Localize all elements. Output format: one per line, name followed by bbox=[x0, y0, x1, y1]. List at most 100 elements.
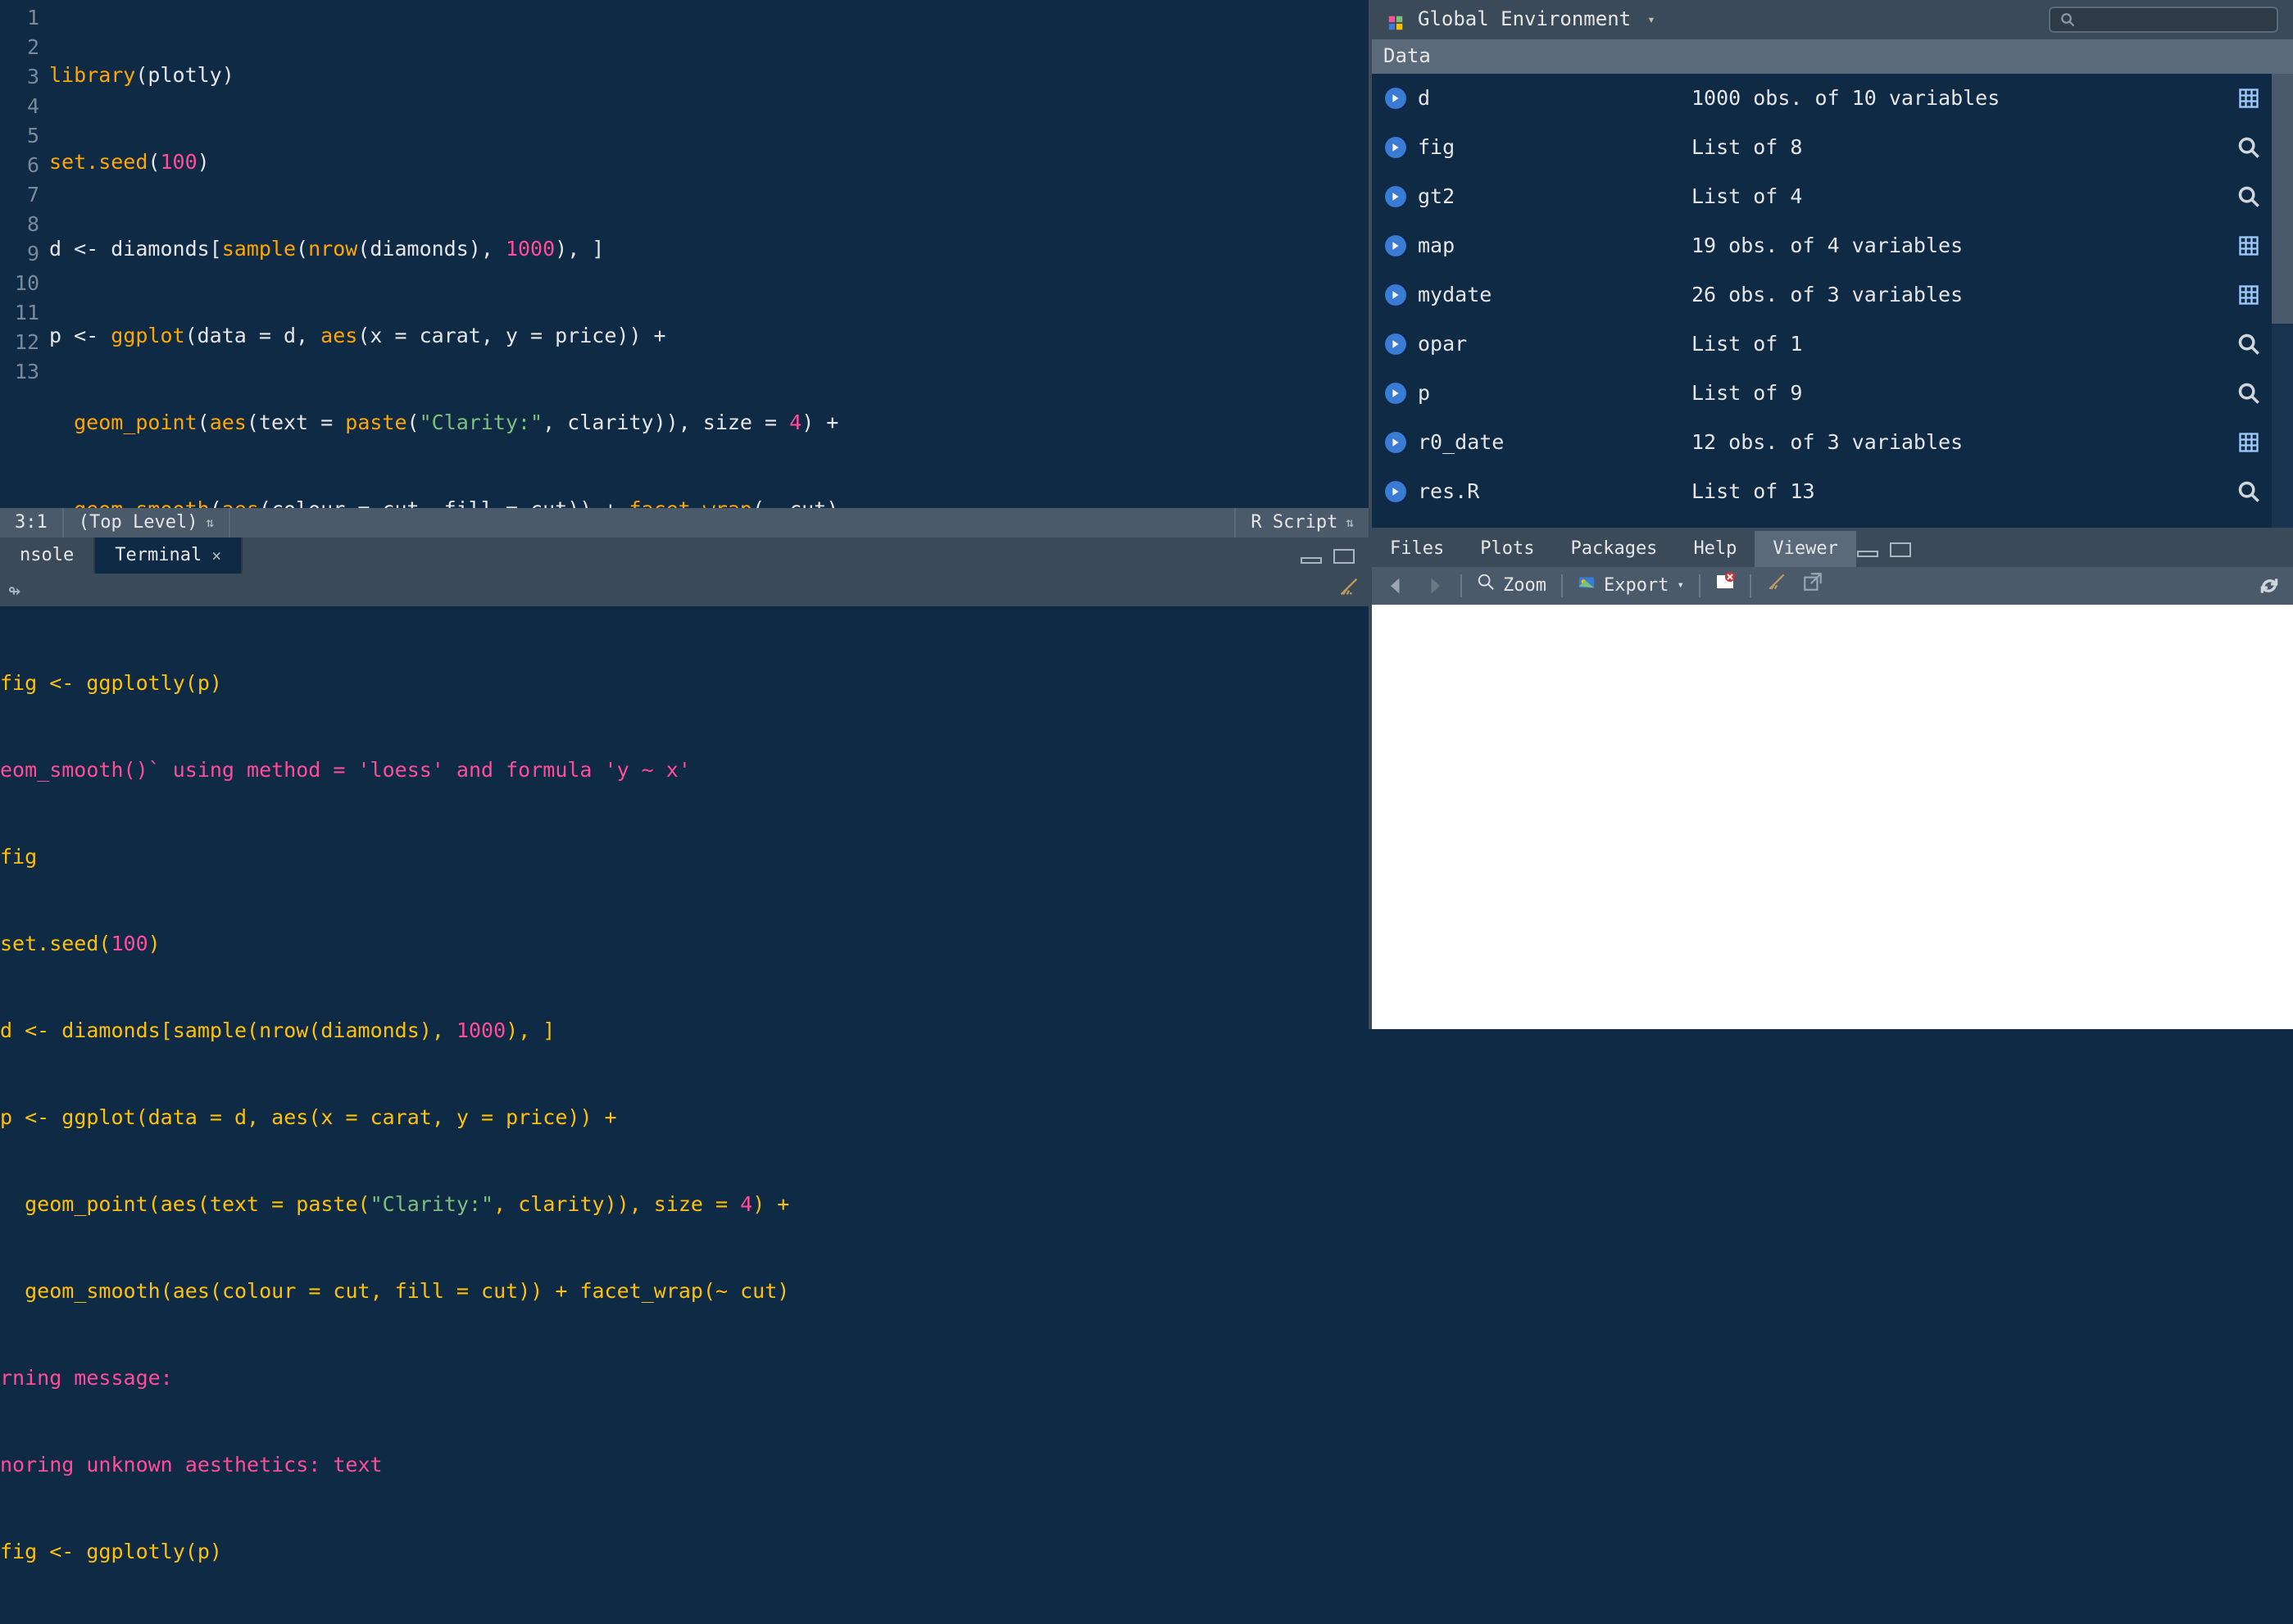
environment-row[interactable]: p List of 9 bbox=[1372, 369, 2272, 418]
minimize-pane-icon[interactable] bbox=[1856, 541, 1879, 557]
environment-var-desc: 1000 obs. of 10 variables bbox=[1691, 84, 2226, 112]
viewer-content[interactable] bbox=[1372, 605, 2293, 1029]
expand-icon[interactable] bbox=[1385, 186, 1406, 207]
tab-viewer[interactable]: Viewer bbox=[1755, 531, 1855, 567]
console-token: set.seed bbox=[0, 932, 98, 955]
code-token: (diamonds), bbox=[357, 237, 506, 261]
environment-var-name: fig bbox=[1418, 133, 1680, 161]
chevron-updown-icon: ⇅ bbox=[1346, 514, 1354, 532]
zoom-button[interactable]: Zoom bbox=[1477, 573, 1546, 599]
maximize-pane-icon[interactable] bbox=[1333, 547, 1355, 564]
clear-console-icon[interactable] bbox=[1337, 575, 1360, 606]
console-token: d <- diamonds[ bbox=[0, 1018, 173, 1042]
inspect-icon[interactable] bbox=[2237, 136, 2260, 159]
tab-console[interactable]: nsole bbox=[0, 538, 95, 574]
environment-var-desc: List of 9 bbox=[1691, 379, 2226, 407]
code-token: ( bbox=[148, 150, 160, 174]
inspect-icon[interactable] bbox=[2237, 185, 2260, 208]
code-token: , clarity)), size = bbox=[543, 411, 789, 434]
console-token: ), ] bbox=[506, 1018, 555, 1042]
console-token: ( bbox=[247, 1018, 259, 1042]
spreadsheet-icon[interactable] bbox=[2237, 234, 2260, 257]
expand-icon[interactable] bbox=[1385, 432, 1406, 453]
console-token: geom_smooth bbox=[25, 1279, 161, 1303]
expand-icon[interactable] bbox=[1385, 333, 1406, 355]
close-icon[interactable]: × bbox=[211, 544, 221, 567]
inspect-icon[interactable] bbox=[2237, 480, 2260, 503]
environment-row[interactable]: mydate26 obs. of 3 variables bbox=[1372, 270, 2272, 320]
console-token: ) + bbox=[752, 1192, 789, 1216]
tab-files[interactable]: Files bbox=[1372, 531, 1462, 567]
expand-icon[interactable] bbox=[1385, 383, 1406, 404]
environment-var-name: mydate bbox=[1418, 280, 1680, 309]
editor-statusbar: 3:1 (Top Level)⇅ R Script⇅ bbox=[0, 508, 1369, 538]
maximize-pane-icon[interactable] bbox=[1889, 541, 1912, 557]
tab-help[interactable]: Help bbox=[1675, 531, 1755, 567]
editor-code[interactable]: library(plotly) set.seed(100) d <- diamo… bbox=[49, 0, 1369, 508]
expand-icon[interactable] bbox=[1385, 88, 1406, 109]
gutter-line: 4 bbox=[3, 92, 39, 121]
spreadsheet-icon[interactable] bbox=[2237, 431, 2260, 454]
code-token: p <- bbox=[49, 324, 111, 347]
refresh-icon[interactable] bbox=[2259, 575, 2280, 597]
console-output[interactable]: fig <- ggplotly(p) eom_smooth()` using m… bbox=[0, 606, 1369, 1624]
environment-scrollbar[interactable] bbox=[2272, 74, 2293, 528]
environment-search-input[interactable] bbox=[2083, 11, 2293, 29]
environment-row[interactable]: oparList of 1 bbox=[1372, 320, 2272, 369]
expand-icon[interactable] bbox=[1385, 481, 1406, 502]
spreadsheet-icon[interactable] bbox=[2237, 284, 2260, 306]
tab-terminal[interactable]: Terminal × bbox=[95, 538, 243, 574]
environment-row[interactable]: gt2List of 4 bbox=[1372, 172, 2272, 221]
tab-plots[interactable]: Plots bbox=[1462, 531, 1552, 567]
editor-pane: 12345678910111213 library(plotly) set.se… bbox=[0, 0, 1369, 538]
environment-row[interactable]: res.RList of 13 bbox=[1372, 467, 2272, 516]
status-scope[interactable]: (Top Level)⇅ bbox=[64, 508, 230, 538]
inspect-icon[interactable] bbox=[2237, 333, 2260, 356]
environment-row[interactable]: d1000 obs. of 10 variables bbox=[1372, 74, 2272, 123]
remove-viewer-icon[interactable] bbox=[1715, 572, 1735, 600]
expand-icon[interactable] bbox=[1385, 235, 1406, 256]
environment-row[interactable]: figList of 8 bbox=[1372, 123, 2272, 172]
environment-var-name: map bbox=[1418, 231, 1680, 260]
environment-row[interactable]: map19 obs. of 4 variables bbox=[1372, 221, 2272, 270]
code-token: ) bbox=[198, 150, 210, 174]
back-icon[interactable] bbox=[1385, 574, 1408, 597]
code-token: "Clarity:" bbox=[420, 411, 543, 434]
code-token: ( bbox=[296, 237, 308, 261]
gutter-line: 8 bbox=[3, 210, 39, 239]
popout-viewer-icon[interactable] bbox=[1802, 571, 1823, 601]
environment-var-name: p bbox=[1418, 379, 1680, 407]
environment-rows: d1000 obs. of 10 variablesfigList of 8gt… bbox=[1372, 74, 2272, 528]
expand-icon[interactable] bbox=[1385, 284, 1406, 306]
code-token: 100 bbox=[160, 150, 197, 174]
console-token: fig <- bbox=[0, 671, 86, 695]
environment-search[interactable] bbox=[2049, 7, 2278, 33]
code-token: set.seed bbox=[49, 150, 148, 174]
forward-icon[interactable] bbox=[1423, 574, 1446, 597]
console-token: 'y ~ x' bbox=[605, 758, 691, 782]
gutter-line: 12 bbox=[3, 328, 39, 357]
export-button[interactable]: Export ▾ bbox=[1578, 573, 1684, 599]
console-token: (x = carat, y = price)) + bbox=[308, 1105, 616, 1129]
environment-section-header: Data bbox=[1372, 39, 2293, 74]
code-token: ( bbox=[210, 497, 222, 508]
code-token: aes bbox=[210, 411, 247, 434]
environment-scope-label[interactable]: Global Environment bbox=[1418, 6, 1631, 34]
tab-packages[interactable]: Packages bbox=[1552, 531, 1675, 567]
spreadsheet-icon[interactable] bbox=[2237, 87, 2260, 110]
tab-label: nsole bbox=[20, 543, 74, 569]
console-path-icon[interactable]: ↬ bbox=[8, 576, 20, 605]
console-token: nrow bbox=[259, 1018, 308, 1042]
clear-viewer-icon[interactable] bbox=[1766, 571, 1787, 601]
console-token: (diamonds), bbox=[308, 1018, 456, 1042]
environment-row[interactable]: r0_date12 obs. of 3 variables bbox=[1372, 418, 2272, 467]
inspect-icon[interactable] bbox=[2237, 382, 2260, 405]
chevron-down-icon[interactable]: ▾ bbox=[1647, 11, 1655, 29]
environment-scope-icon[interactable] bbox=[1387, 11, 1405, 29]
status-language[interactable]: R Script⇅ bbox=[1234, 508, 1369, 538]
gutter-line: 3 bbox=[3, 62, 39, 92]
chevron-updown-icon: ⇅ bbox=[206, 514, 214, 532]
code-token: 4 bbox=[789, 411, 801, 434]
expand-icon[interactable] bbox=[1385, 137, 1406, 158]
minimize-pane-icon[interactable] bbox=[1300, 547, 1323, 564]
